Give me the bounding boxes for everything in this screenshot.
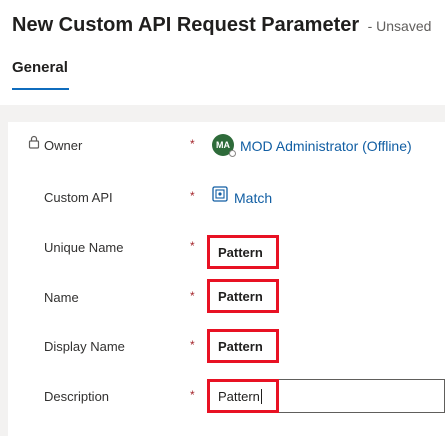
description-input-border[interactable] <box>276 379 445 413</box>
required-marker: * <box>190 189 195 203</box>
text-cursor <box>260 389 262 405</box>
tab-general[interactable]: General <box>12 59 68 76</box>
description-label: Description <box>44 389 110 404</box>
required-marker: * <box>190 137 195 151</box>
custom-api-value[interactable]: Match <box>234 190 272 206</box>
owner-value[interactable]: MOD Administrator (Offline) <box>240 138 412 154</box>
avatar: MA <box>212 134 236 158</box>
tab-active-indicator <box>12 88 69 90</box>
required-marker: * <box>190 289 195 303</box>
unique-name-field[interactable]: Pattern <box>207 235 279 269</box>
name-field[interactable]: Pattern <box>207 279 279 313</box>
owner-label: Owner <box>44 138 83 153</box>
lock-icon <box>28 125 40 165</box>
display-name-field[interactable]: Pattern <box>207 329 279 363</box>
owner-label-wrap: Owner <box>28 126 82 166</box>
unique-name-label: Unique Name <box>44 240 124 255</box>
entity-icon <box>212 177 228 217</box>
avatar-initials: MA <box>216 140 230 151</box>
custom-api-label: Custom API <box>44 190 113 205</box>
description-field[interactable]: Pattern <box>207 379 279 413</box>
page-title: New Custom API Request Parameter <box>12 14 360 36</box>
owner-lookup-value[interactable]: MA MOD Administrator (Offline) <box>212 126 412 166</box>
description-value: Pattern <box>218 389 260 404</box>
form-section: Owner * MA MOD Administrator (Offline) C… <box>8 122 445 436</box>
custom-api-row: Custom API * Match <box>8 178 445 218</box>
name-label: Name <box>44 290 79 305</box>
title-row: New Custom API Request Parameter - Unsav… <box>12 14 431 37</box>
display-name-label: Display Name <box>44 339 125 354</box>
form-header: New Custom API Request Parameter - Unsav… <box>0 0 445 105</box>
required-marker: * <box>190 388 195 402</box>
required-marker: * <box>190 239 195 253</box>
custom-api-lookup-value[interactable]: Match <box>212 178 272 218</box>
save-status: - Unsaved <box>367 18 432 34</box>
required-marker: * <box>190 338 195 352</box>
presence-offline-icon <box>229 150 236 158</box>
owner-row: Owner * MA MOD Administrator (Offline) <box>8 126 445 166</box>
